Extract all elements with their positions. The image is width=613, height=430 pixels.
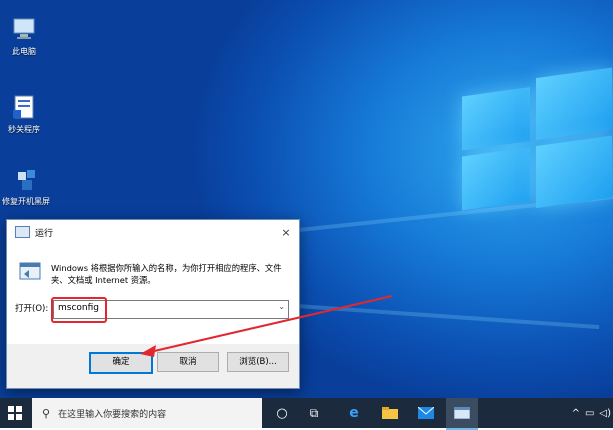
taskbar-search[interactable]: ⚲ 在这里输入你要搜索的内容 (32, 398, 262, 428)
program-icon (11, 94, 37, 120)
dialog-description: Windows 将根据你所输入的名称，为你打开相应的程序、文件夹、文档或 Int… (51, 263, 282, 285)
run-taskbar-icon[interactable] (446, 398, 478, 430)
desktop-icon-label: 秒关程序 (8, 125, 40, 134)
repair-icon (13, 166, 39, 192)
desktop-icon-label: 修复开机黑屏 (2, 197, 50, 206)
highlight-box (51, 297, 107, 323)
start-button[interactable] (0, 398, 30, 428)
computer-icon (11, 16, 37, 42)
dialog-title: 运行 (35, 228, 54, 239)
desktop-icon-close-programs[interactable]: 秒关程序 (0, 94, 54, 135)
desktop-icon-fix-black-screen[interactable]: 修复开机黑屏 (0, 166, 56, 207)
mail-icon[interactable] (410, 398, 442, 428)
taskbar: ⚲ 在这里输入你要搜索的内容 ○ ⧉ e ^ ▭ ◁) (0, 398, 613, 430)
tray-chevron-up-icon[interactable]: ^ (572, 408, 580, 419)
windows-logo (462, 67, 612, 220)
run-icon (19, 262, 41, 280)
cortana-icon[interactable]: ○ (268, 398, 296, 428)
browse-button[interactable]: 浏览(B)... (227, 352, 289, 372)
chevron-down-icon[interactable]: ⌄ (278, 302, 285, 311)
ok-button[interactable]: 确定 (89, 352, 153, 374)
task-view-icon[interactable]: ⧉ (300, 398, 328, 428)
system-tray: ^ ▭ ◁) (572, 398, 611, 428)
search-placeholder: 在这里输入你要搜索的内容 (58, 409, 167, 420)
network-icon[interactable]: ▭ (585, 408, 594, 419)
desktop-icon-this-pc[interactable]: 此电脑 (0, 16, 54, 57)
open-label: 打开(O): (15, 304, 49, 314)
cancel-button[interactable]: 取消 (157, 352, 219, 372)
run-app-icon (15, 226, 30, 238)
run-dialog: 运行 × Windows 将根据你所输入的名称，为你打开相应的程序、文件夹、文档… (6, 219, 300, 389)
desktop-icon-label: 此电脑 (12, 47, 36, 56)
close-button[interactable]: × (273, 226, 299, 239)
search-icon: ⚲ (42, 406, 51, 420)
volume-icon[interactable]: ◁) (599, 408, 611, 419)
edge-icon[interactable]: e (338, 398, 370, 428)
dialog-titlebar: 运行 × (7, 220, 299, 244)
file-explorer-icon[interactable] (374, 398, 406, 428)
